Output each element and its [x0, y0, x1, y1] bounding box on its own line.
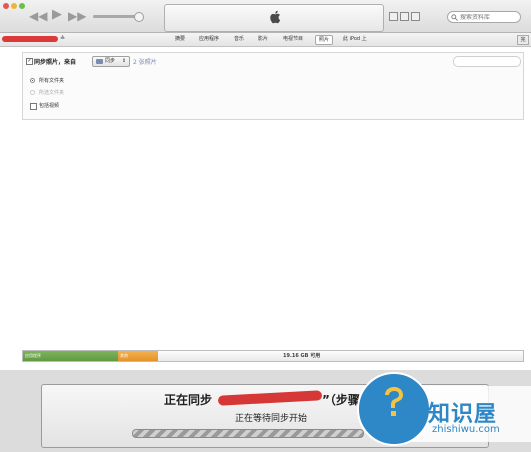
sync-photos-checkbox[interactable]: ✓ [26, 58, 33, 65]
sync-progress-bar [132, 429, 364, 438]
sync-photos-label: 同步照片，来自 [34, 59, 77, 66]
title-bar: ◀◀ ▶ ▶▶ [0, 0, 531, 33]
tab-movies[interactable]: 影片 [255, 35, 271, 43]
watermark-logo-icon [357, 372, 431, 446]
tab-on-this-ipod[interactable]: 此 iPod 上 [340, 35, 370, 43]
photo-count: 2 张照片 [133, 59, 157, 66]
play-icon[interactable]: ▶ [52, 8, 62, 21]
apple-logo-icon [270, 10, 281, 24]
watermark-url: zhishiwu.com [432, 424, 500, 435]
list-view-icon[interactable] [389, 12, 398, 21]
search-icon [451, 14, 458, 21]
rewind-icon[interactable]: ◀◀ [29, 10, 47, 22]
capacity-free-text: 19.16 GB 可用 [283, 353, 321, 359]
tab-apps[interactable]: 应用程序 [196, 35, 222, 43]
zoom-window-icon[interactable] [19, 3, 25, 9]
photo-source-select[interactable]: 同步 ⇕ [92, 56, 130, 67]
photo-source-value: 同步 [105, 58, 116, 64]
selected-folders-radio [30, 90, 35, 95]
sync-status-subtitle: 正在等待同步开始 [235, 414, 308, 424]
include-videos-checkbox[interactable] [30, 103, 37, 110]
minimize-window-icon[interactable] [11, 3, 17, 9]
include-videos-label: 包括视频 [39, 103, 60, 109]
photo-search-field[interactable] [453, 56, 521, 67]
status-display [164, 4, 384, 32]
capacity-other-segment: 其他 [118, 351, 158, 361]
volume-slider[interactable] [93, 15, 137, 18]
search-input[interactable] [460, 14, 516, 21]
library-search[interactable] [447, 11, 521, 23]
tab-tv-shows[interactable]: 电视节目 [280, 35, 306, 43]
volume-slider-knob[interactable] [134, 12, 144, 22]
coverflow-view-icon[interactable] [411, 12, 420, 21]
close-window-icon[interactable] [3, 3, 9, 9]
grid-view-icon[interactable] [400, 12, 409, 21]
fast-forward-icon[interactable]: ▶▶ [68, 10, 86, 22]
dropdown-arrow-icon: ⇕ [122, 58, 127, 64]
tab-music[interactable]: 音乐 [231, 35, 247, 43]
photo-sync-panel: ✓ 同步照片，来自 同步 ⇕ 2 张照片 所有文件夹 所选文件夹 包括视频 [22, 52, 524, 120]
all-folders-radio[interactable] [30, 78, 35, 83]
question-mark-icon [385, 387, 403, 416]
capacity-apps-segment: 应用程序 [23, 351, 118, 361]
tab-summary[interactable]: 摘要 [172, 35, 188, 43]
folder-icon [96, 59, 103, 64]
tab-photos[interactable]: 照片 [315, 35, 334, 45]
eject-icon[interactable]: ≙ [60, 35, 65, 42]
device-tab-bar: ≙ 摘要 应用程序 音乐 影片 电视节目 照片 此 iPod 上 完 [0, 33, 531, 47]
done-button[interactable]: 完 [517, 35, 529, 45]
all-folders-label: 所有文件夹 [39, 78, 65, 84]
sync-status-prefix: 正在同步 [164, 393, 213, 407]
capacity-bar: 应用程序 其他 19.16 GB 可用 [22, 350, 524, 362]
selected-folders-label: 所选文件夹 [39, 90, 65, 96]
device-name-redacted[interactable] [2, 36, 58, 42]
sync-status-suffix: ”（步骤 [322, 393, 360, 407]
